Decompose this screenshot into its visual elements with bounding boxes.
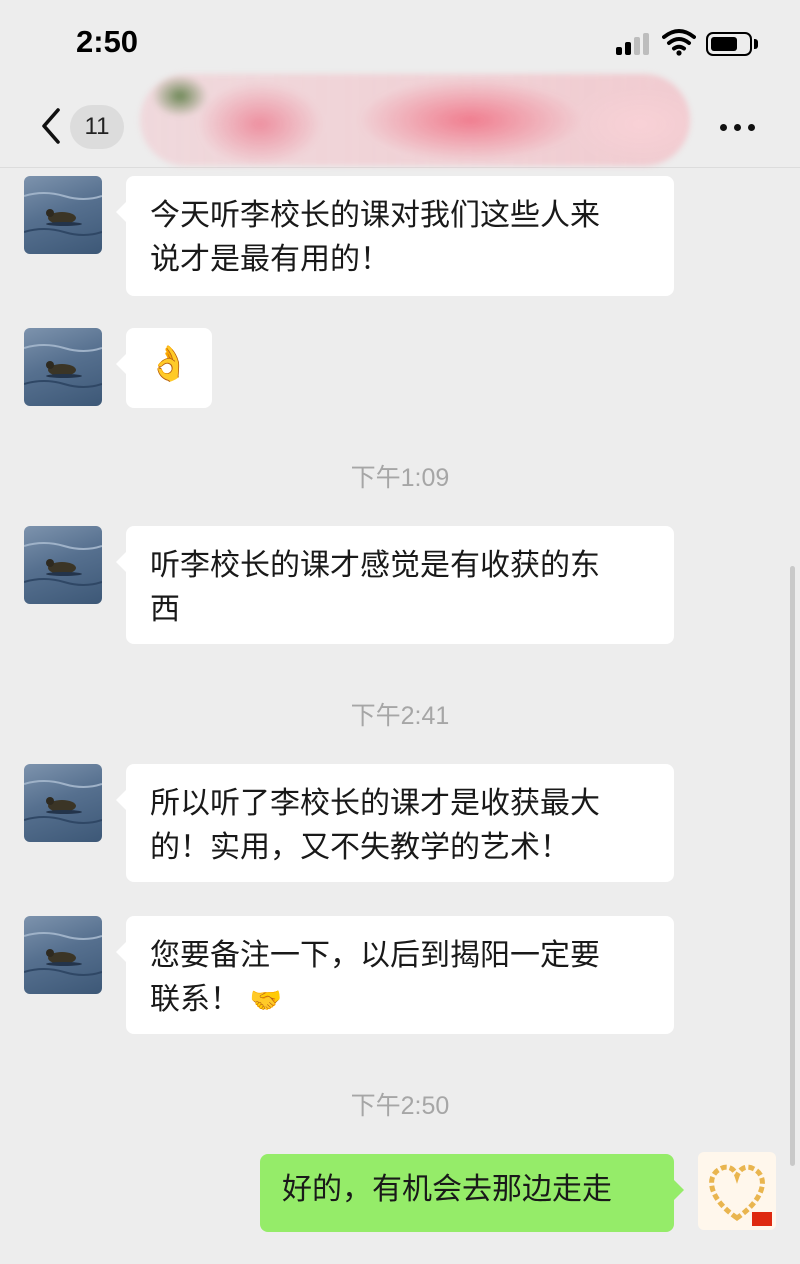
back-chevron-icon[interactable] — [36, 106, 66, 146]
unread-count-badge[interactable]: 11 — [70, 105, 124, 149]
message-line: 今天听李校长的课对我们这些人来 — [150, 198, 600, 233]
my-avatar[interactable] — [698, 1152, 776, 1230]
duck-photo-icon — [24, 780, 102, 824]
message-line: 您要备注一下，以后到揭阳一定要 — [150, 938, 600, 973]
scrollbar[interactable] — [790, 566, 795, 1166]
message-bubble[interactable]: 您要备注一下，以后到揭阳一定要 联系！ 🤝 — [116, 916, 674, 1034]
message-line: 的！实用，又不失教学的艺术！ — [150, 830, 570, 865]
china-flag-icon — [752, 1212, 772, 1226]
cellular-signal-icon — [616, 33, 656, 55]
contact-avatar[interactable] — [24, 526, 102, 604]
message-bubble[interactable]: 👌 — [116, 328, 212, 408]
duck-photo-icon — [24, 344, 102, 388]
message-bubble[interactable]: 今天听李校长的课对我们这些人来 说才是最有用的！ — [116, 176, 674, 296]
message-line-text: 联系！ — [150, 982, 240, 1017]
message-line: 所以听了李校长的课才是收获最大 — [150, 786, 600, 821]
contact-name-title — [140, 74, 690, 166]
message-timestamp: 下午2:50 — [350, 1092, 450, 1120]
duck-photo-icon — [24, 932, 102, 976]
message-line: 联系！ 🤝 — [150, 978, 652, 1023]
chat-header: 11 — [0, 74, 800, 168]
message-bubble[interactable]: 所以听了李校长的课才是收获最大 的！实用，又不失教学的艺术！ — [116, 764, 674, 882]
wifi-icon — [662, 29, 696, 56]
outgoing-message-bubble[interactable]: 好的，有机会去那边走走 — [260, 1154, 684, 1232]
battery-nub — [754, 39, 758, 49]
redacted-name-blur — [140, 74, 690, 166]
message-line: 西 — [150, 592, 180, 627]
message-timestamp: 下午1:09 — [350, 464, 450, 492]
contact-avatar[interactable] — [24, 176, 102, 254]
contact-avatar[interactable] — [24, 916, 102, 994]
message-line: 听李校长的课才感觉是有收获的东 — [150, 548, 600, 583]
contact-avatar[interactable] — [24, 764, 102, 842]
contact-avatar[interactable] — [24, 328, 102, 406]
handshake-icon: 🤝 — [249, 986, 282, 1016]
message-timestamp: 下午2:41 — [350, 702, 450, 730]
duck-photo-icon — [24, 192, 102, 236]
message-line: 说才是最有用的！ — [150, 242, 390, 277]
battery-icon — [706, 32, 752, 56]
status-time: 2:50 — [76, 24, 139, 59]
duck-photo-icon — [24, 542, 102, 586]
message-line: 好的，有机会去那边走走 — [282, 1172, 612, 1207]
message-bubble[interactable]: 听李校长的课才感觉是有收获的东 西 — [116, 526, 674, 644]
ok-hand-icon: 👌 — [147, 344, 191, 384]
more-options-icon[interactable] — [718, 122, 758, 134]
